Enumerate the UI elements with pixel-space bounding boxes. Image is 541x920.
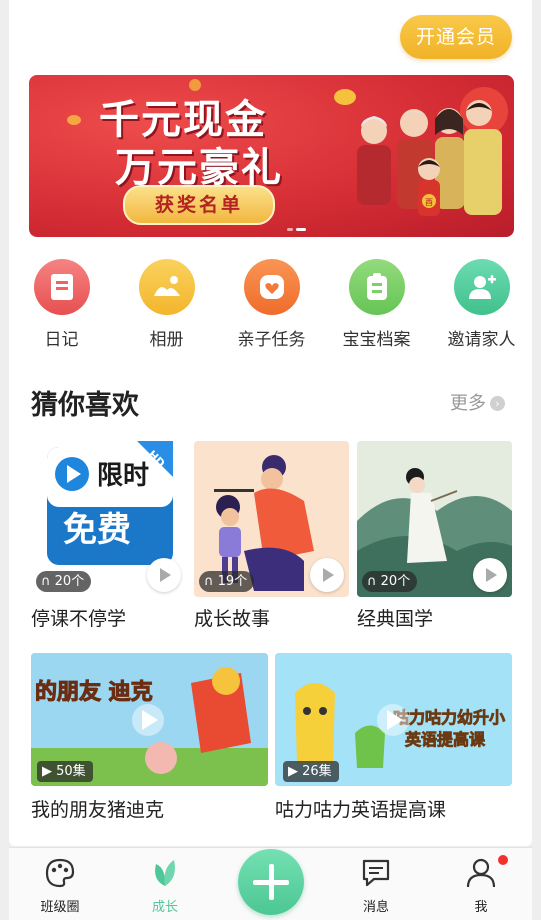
tab-messages[interactable]: 消息	[331, 848, 421, 915]
promo-text-1: 限时	[97, 461, 149, 491]
course-title: 成长故事	[194, 608, 271, 630]
promo-text-2: 免费	[63, 510, 131, 550]
video-title: 咕力咕力英语提高课	[275, 799, 447, 821]
play-small-icon: ▶	[288, 764, 303, 779]
tab-class-circle[interactable]: 班级圈	[15, 848, 105, 915]
headphone-icon: ∩	[41, 574, 55, 589]
play-icon[interactable]	[147, 558, 181, 592]
quick-action-diary[interactable]: 日记	[9, 259, 114, 350]
count-label: 20个	[380, 574, 411, 589]
course-card-guoxue[interactable]: ∩ 20个	[357, 441, 512, 597]
notification-dot	[498, 855, 508, 865]
more-link[interactable]: 更多 ›	[450, 389, 505, 415]
listen-count-badge: ∩ 20个	[362, 571, 418, 592]
show-title-overlay-2: 英语提高课	[404, 730, 486, 749]
quick-action-album[interactable]: 相册	[114, 259, 219, 350]
quick-action-label: 日记	[44, 330, 79, 350]
tab-me[interactable]: 我	[436, 848, 526, 915]
tab-label: 消息	[362, 900, 389, 915]
course-title: 经典国学	[357, 608, 434, 630]
course-card-growth-story[interactable]: ∩ 19个	[194, 441, 349, 597]
quick-action-label: 相册	[149, 330, 184, 350]
play-icon[interactable]	[310, 558, 344, 592]
play-small-icon: ▶	[42, 764, 57, 779]
course-card-tingke[interactable]: 限时 免费 HD ∩ 20个	[31, 441, 183, 597]
quick-action-parent-task[interactable]: 亲子任务	[219, 259, 324, 350]
more-label: 更多	[450, 393, 486, 414]
count-label: 26集	[302, 764, 332, 779]
photo-album-icon	[138, 259, 195, 315]
course-title: 停课不停学	[31, 608, 127, 630]
tab-label: 我	[474, 900, 488, 915]
quick-action-label: 亲子任务	[237, 330, 306, 350]
badge-char: 酉	[425, 198, 433, 207]
chevron-right-icon: ›	[490, 396, 505, 411]
tab-label: 成长	[151, 900, 178, 915]
listen-count-badge: ∩ 19个	[199, 571, 255, 592]
vip-button[interactable]: 开通会员	[400, 15, 512, 59]
count-label: 50集	[56, 764, 86, 779]
family-illustration: 酉	[357, 87, 508, 216]
award-list-button[interactable]: 获奖名单	[123, 185, 275, 225]
quick-action-baby-file[interactable]: 宝宝档案	[324, 259, 429, 350]
quick-action-invite[interactable]: 邀请家人	[429, 259, 534, 350]
heart-task-icon	[243, 259, 300, 315]
plus-icon[interactable]	[238, 849, 304, 915]
diary-icon	[33, 259, 90, 315]
quick-action-label: 宝宝档案	[342, 330, 411, 350]
headphone-icon: ∩	[367, 574, 381, 589]
video-card-guli-english[interactable]: 咕力咕力幼升小 英语提高课 ▶ 26集	[275, 653, 512, 786]
count-label: 19个	[217, 574, 248, 589]
video-card-peppa[interactable]: 的朋友 迪克 ▶ 50集	[31, 653, 268, 786]
message-icon	[362, 859, 390, 887]
banner-pager	[287, 216, 309, 235]
promo-banner[interactable]: 千元现金 万元豪礼 获奖名单 酉	[29, 75, 514, 237]
decoration-icon	[67, 115, 81, 125]
episode-count-badge: ▶ 26集	[283, 761, 339, 782]
episode-count-badge: ▶ 50集	[37, 761, 93, 782]
tab-label: 班级圈	[40, 900, 80, 915]
quick-actions: 日记 相册 亲子任务 宝宝档案 邀请家人	[9, 259, 532, 354]
listen-count-badge: ∩ 20个	[36, 571, 92, 592]
baby-file-icon	[348, 259, 405, 315]
tab-growth[interactable]: 成长	[120, 848, 210, 915]
leaf-icon	[155, 860, 175, 886]
palette-icon	[45, 858, 75, 888]
bottom-tab-bar: 班级圈 成长 消息 我	[9, 847, 532, 920]
video-title: 我的朋友猪迪克	[31, 799, 165, 821]
count-label: 20个	[54, 574, 85, 589]
person-icon	[466, 858, 496, 888]
show-title-overlay-1: 咕力咕力幼升小	[393, 708, 505, 727]
quick-action-label: 邀请家人	[447, 330, 516, 350]
play-icon[interactable]	[473, 558, 507, 592]
add-person-icon	[453, 259, 510, 315]
headphone-icon: ∩	[204, 574, 218, 589]
show-title-overlay: 的朋友 迪克	[35, 679, 153, 705]
section-title: 猜你喜欢	[31, 390, 139, 421]
